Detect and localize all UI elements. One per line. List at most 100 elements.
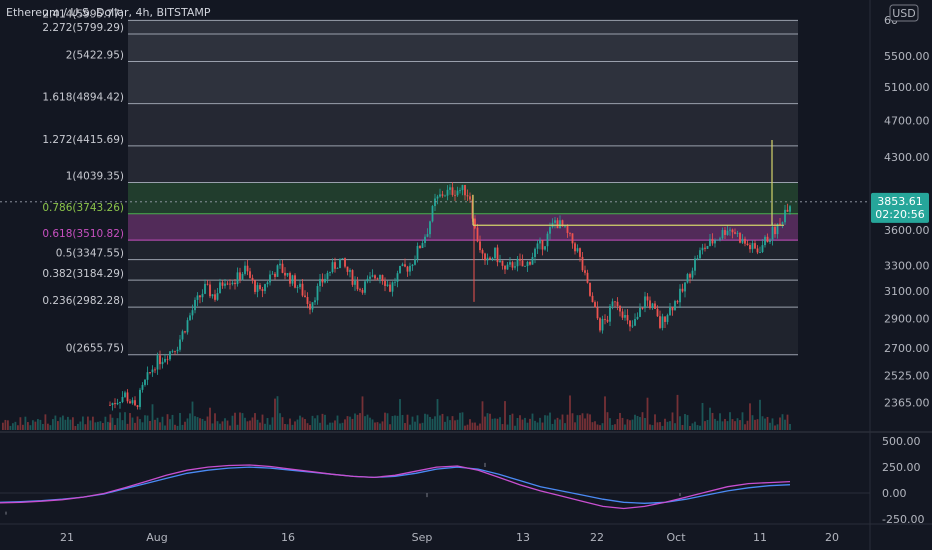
volume-bar <box>461 412 464 430</box>
volume-bar <box>691 423 694 430</box>
volume-bar <box>259 422 261 430</box>
volume-bar <box>771 418 774 430</box>
candle-body <box>364 281 366 293</box>
volume-bar <box>496 418 499 430</box>
volume-bar <box>689 425 691 430</box>
volume-bar <box>699 425 701 430</box>
volume-bar <box>386 413 389 430</box>
volume-bar <box>714 418 716 430</box>
volume-bar <box>576 415 579 430</box>
candle-body <box>261 289 264 292</box>
price-tick-label: 3100.00 <box>884 285 930 298</box>
volume-bar <box>569 395 571 430</box>
candle-body <box>159 355 161 365</box>
volume-bar <box>566 414 569 430</box>
candle-body <box>259 285 261 290</box>
volume-bar <box>764 418 766 430</box>
volume-bar <box>559 419 561 430</box>
candle-body <box>179 339 181 350</box>
volume-bar <box>564 423 566 430</box>
candle-body <box>714 240 716 244</box>
volume-bar <box>446 416 449 430</box>
volume-bar <box>261 414 264 430</box>
candle-body <box>126 392 129 402</box>
volume-bar <box>229 425 231 430</box>
candle-body <box>264 284 266 292</box>
candle-body <box>121 396 124 402</box>
volume-bar <box>194 416 196 430</box>
candle-body <box>599 318 601 331</box>
volume-bar <box>611 424 614 430</box>
candle-body <box>484 253 486 261</box>
volume-bar <box>97 421 99 430</box>
candle-body <box>456 190 459 196</box>
volume-bar <box>709 407 711 430</box>
time-tick-label: Sep <box>412 531 433 544</box>
volume-bar <box>12 423 14 430</box>
candle-body <box>409 265 411 272</box>
candle-body <box>604 318 606 320</box>
candle-body <box>699 250 701 259</box>
candle-body <box>631 325 634 327</box>
candle-body <box>766 236 769 243</box>
candle-body <box>571 233 574 244</box>
candle-body <box>119 401 121 403</box>
candle-body <box>186 320 189 333</box>
candle-body <box>321 278 324 283</box>
volume-bar <box>174 424 176 430</box>
volume-bar <box>216 421 219 430</box>
volume-bar <box>301 417 304 430</box>
candle-body <box>166 358 169 360</box>
candle-body <box>421 243 424 249</box>
volume-bar <box>251 417 254 430</box>
volume-bar <box>421 422 424 430</box>
volume-bar <box>501 424 504 430</box>
volume-bar <box>641 412 644 430</box>
fib-label: 0.236(2982.28) <box>42 295 124 307</box>
candle-body <box>354 280 356 285</box>
candle-body <box>521 260 524 267</box>
volume-bar <box>486 413 489 430</box>
candle-body <box>379 275 381 280</box>
candle-body <box>211 294 214 297</box>
volume-bar <box>716 420 719 430</box>
volume-bar <box>586 413 589 430</box>
candle-body <box>749 244 751 250</box>
candle-body <box>199 295 201 298</box>
candle-body <box>314 300 316 303</box>
candle-body <box>764 236 766 246</box>
fib-label: 1.272(4415.69) <box>42 134 124 146</box>
volume-bar <box>674 423 676 430</box>
volume-bar <box>391 416 394 430</box>
candle-body <box>479 241 481 251</box>
volume-bar <box>414 421 416 430</box>
volume-bar <box>299 415 301 430</box>
candle-body <box>236 272 239 285</box>
candle-body <box>174 350 176 352</box>
candle-body <box>439 194 441 197</box>
fib-label: 1.618(4894.42) <box>42 92 124 104</box>
candle-body <box>351 270 354 285</box>
volume-bar <box>236 424 239 430</box>
fib-label: 0.786(3743.26) <box>42 202 124 214</box>
candle-body <box>359 289 361 291</box>
candle-body <box>491 258 494 260</box>
time-tick-label: 22 <box>590 531 604 544</box>
volume-bar <box>116 418 119 430</box>
volume-bar <box>234 412 236 430</box>
candle-body <box>574 243 576 252</box>
volume-bar <box>82 416 84 430</box>
currency-badge[interactable]: USD <box>889 4 919 22</box>
volume-bar <box>521 419 524 430</box>
candle-body <box>114 403 116 405</box>
candle-body <box>731 229 734 233</box>
candle-body <box>656 308 659 317</box>
volume-bar <box>539 417 541 430</box>
candle-body <box>309 303 311 310</box>
candle-body <box>736 233 739 234</box>
volume-bar <box>701 402 704 430</box>
volume-bar <box>789 423 791 430</box>
candle-body <box>296 286 299 288</box>
price-chart[interactable]: 0(2655.75) 0.236(2982.28) 0.382(3184.29) 0.… <box>0 0 932 550</box>
volume-bar <box>356 414 359 430</box>
